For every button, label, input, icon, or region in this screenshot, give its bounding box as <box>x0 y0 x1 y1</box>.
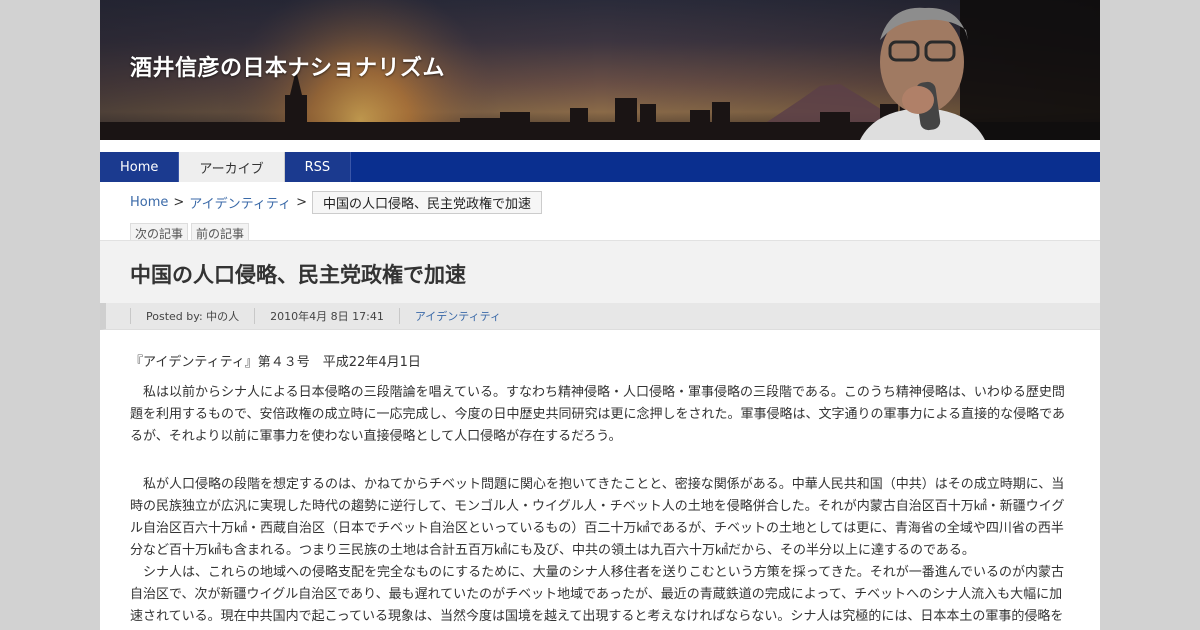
nav-rss[interactable]: RSS <box>284 152 352 182</box>
breadcrumb-category-link[interactable]: アイデンティティ <box>189 193 291 212</box>
nav-home[interactable]: Home <box>100 152 180 182</box>
page: 酒井信彦の日本ナショナリズム Home アーカイブ RSS Home > アイデ… <box>100 0 1100 630</box>
breadcrumb-home-link[interactable]: Home <box>130 195 168 210</box>
site-title[interactable]: 酒井信彦の日本ナショナリズム <box>130 50 445 82</box>
post-title: 中国の人口侵略、民主党政権で加速 <box>130 263 466 287</box>
header-banner[interactable]: 酒井信彦の日本ナショナリズム <box>100 0 1100 140</box>
post-meta: Posted by: 中の人 2010年4月 8日 17:41 アイデンティティ <box>100 303 1100 330</box>
breadcrumb-separator: > <box>296 195 307 210</box>
issue-line: 『アイデンティティ』第４３号 平成22年4月1日 <box>130 355 421 370</box>
body-paragraph: シナ人は、これらの地域への侵略支配を完全なものにするために、大量のシナ人移住者を… <box>130 565 1065 624</box>
post-category-link[interactable]: アイデンティティ <box>398 308 516 324</box>
author-photo <box>860 0 1100 140</box>
post-body: 『アイデンティティ』第４３号 平成22年4月1日 私は以前からシナ人による日本侵… <box>130 352 1070 628</box>
main-nav: Home アーカイブ RSS <box>100 152 1100 182</box>
post-header: 中国の人口侵略、民主党政権で加速 <box>100 240 1100 304</box>
breadcrumb-current: 中国の人口侵略、民主党政権で加速 <box>312 191 543 214</box>
body-paragraph: 私が人口侵略の段階を想定するのは、かねてからチベット問題に関心を抱いてきたことと… <box>130 477 1065 558</box>
breadcrumb: Home > アイデンティティ > 中国の人口侵略、民主党政権で加速 <box>130 191 543 214</box>
post-date: 2010年4月 8日 17:41 <box>254 308 399 324</box>
breadcrumb-separator: > <box>173 195 185 210</box>
body-paragraph: 私は以前からシナ人による日本侵略の三段階論を唱えている。すなわち精神侵略・人口侵… <box>130 385 1065 444</box>
header-gap <box>100 140 1100 152</box>
nav-archive[interactable]: アーカイブ <box>179 152 285 182</box>
post-author: Posted by: 中の人 <box>130 308 254 324</box>
